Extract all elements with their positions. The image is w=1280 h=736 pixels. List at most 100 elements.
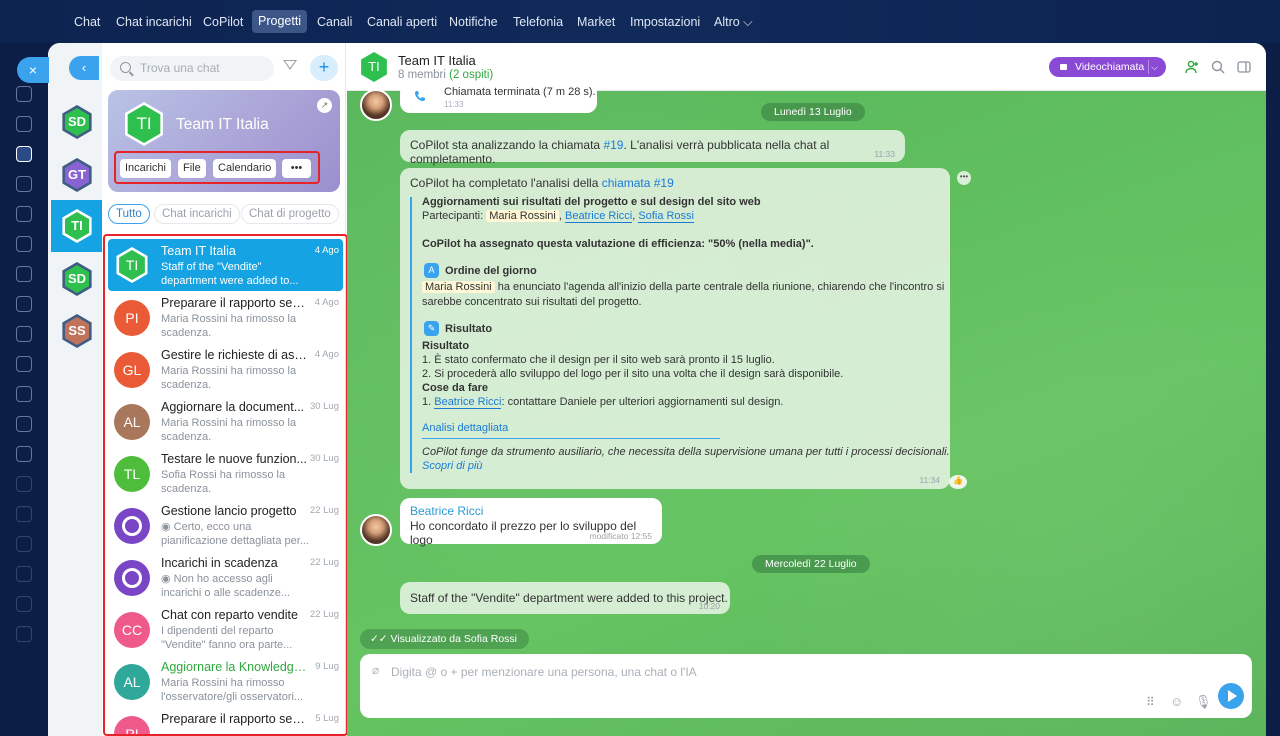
learn-more-link[interactable]: Scopri di più (422, 460, 483, 472)
tab-all[interactable]: Tutto (108, 204, 150, 224)
nav-item[interactable]: Chat (74, 12, 100, 32)
calendar-button[interactable]: Calendario (213, 159, 277, 178)
chat-list-item[interactable]: GL Gestire le richieste di assi... 4 Ago Ma… (108, 343, 343, 395)
date-separator: Mercoledì 22 Luglio (752, 555, 870, 573)
chat-title: Aggiornare la Knowledge ... (161, 660, 307, 674)
filter-icon[interactable] (16, 326, 32, 342)
chat-title: Testare le nuove funzion... (161, 452, 307, 466)
mention-sofia[interactable]: Sofia Rossi (638, 210, 694, 223)
nav-item[interactable]: Canali (317, 12, 352, 32)
chat-members[interactable]: 8 membri (2 ospiti) (398, 69, 493, 81)
apps-icon[interactable]: ⠿ (1146, 695, 1155, 709)
share-icon[interactable] (16, 566, 32, 582)
nav-item[interactable]: Altro ⌵ (714, 12, 753, 32)
tasks-button[interactable]: Incarichi (120, 159, 171, 178)
chat-title: Gestione lancio progetto (161, 504, 297, 518)
mention-maria[interactable]: Maria Rossini (422, 281, 495, 293)
sidebar-toggle-icon[interactable] (1237, 60, 1251, 74)
more-icon[interactable] (16, 626, 32, 642)
search-input[interactable]: Trova una chat (110, 56, 274, 81)
nav-item[interactable]: Impostazioni (630, 12, 700, 32)
screen-icon[interactable] (16, 416, 32, 432)
form-icon[interactable] (16, 506, 32, 522)
tab-project-chats[interactable]: Chat di progetto (241, 204, 339, 224)
recent-chat-avatar[interactable]: SD (62, 262, 92, 296)
recent-avatars-column: ‹ SD GT TI SD SS (48, 43, 102, 736)
send-button[interactable] (1218, 683, 1244, 709)
copilot-icon[interactable] (16, 116, 32, 132)
mention-maria[interactable]: Maria Rossini (486, 210, 559, 222)
chat-list-item[interactable]: TL Testare le nuove funzion... 30 Lug Sofia… (108, 447, 343, 499)
chat-list-item[interactable]: AL Aggiornare la document... 30 Lug Maria R… (108, 395, 343, 447)
nav-item[interactable]: CoPilot (203, 12, 243, 32)
chat-title: Aggiornare la document... (161, 400, 305, 414)
card-icon[interactable] (16, 296, 32, 312)
call-link[interactable]: #19 (603, 138, 623, 152)
video-call-button[interactable]: Videochiamata ⌵ (1049, 57, 1166, 77)
recent-chat-avatar[interactable]: GT (62, 158, 92, 192)
mention-beatrice[interactable]: Beatrice Ricci (564, 210, 633, 223)
flow-icon[interactable] (16, 146, 32, 162)
storage-icon[interactable] (16, 386, 32, 402)
chat-avatar: PI (114, 300, 150, 336)
cart-icon[interactable] (16, 356, 32, 372)
tab-task-chats[interactable]: Chat incarichi (154, 204, 240, 224)
task-icon[interactable] (16, 86, 32, 102)
close-button[interactable]: × (17, 57, 49, 83)
nav-item[interactable]: Canali aperti (367, 12, 437, 32)
chat-title[interactable]: Team IT Italia (398, 53, 476, 68)
open-external-icon[interactable]: ↗ (317, 98, 332, 113)
recent-chat-avatar[interactable]: SD (62, 105, 92, 139)
recent-chat-avatar[interactable]: SS (62, 314, 92, 348)
chat-title: Preparare il rapporto setti... (161, 712, 307, 726)
search-icon[interactable] (1211, 60, 1225, 74)
message-input[interactable]: ⌀ Digita @ o + per menzionare una person… (360, 654, 1252, 718)
avatar-beatrice[interactable] (360, 514, 392, 546)
calendar-icon[interactable] (16, 206, 32, 222)
nav-item[interactable]: Telefonia (513, 12, 563, 32)
message-menu-icon[interactable]: ••• (957, 171, 971, 185)
nav-item[interactable]: Market (577, 12, 615, 32)
chat-list-item[interactable]: Incarichi in scadenza 22 Lug ◉ Non ho acce… (108, 551, 343, 603)
call-link[interactable]: chiamata #19 (602, 176, 674, 190)
nav-item[interactable]: Progetti (252, 10, 308, 33)
phone-icon (415, 91, 425, 101)
files-button[interactable]: File (178, 159, 206, 178)
document-icon[interactable] (16, 176, 32, 192)
copilot-report-message: CoPilot ha completato l'analisi della ch… (400, 168, 950, 489)
add-user-icon[interactable] (1185, 60, 1199, 74)
back-button[interactable]: ‹ (69, 56, 99, 80)
like-icon[interactable]: 👍 (949, 475, 967, 489)
attach-icon[interactable]: ⌀ (372, 663, 379, 677)
chevron-down-icon[interactable]: ⌵ (1151, 57, 1158, 77)
messenger-window: ‹ SD GT TI SD SS Trova una chat + TI Team IT… (48, 43, 1266, 736)
chart-icon[interactable] (16, 536, 32, 552)
avatar-maria[interactable] (360, 89, 392, 121)
chat-list-item[interactable]: TI Team IT Italia 4 Ago Staff of the "Vendi… (108, 239, 343, 291)
chat-list-item[interactable]: PI Preparare il rapporto setti... 5 Lug (108, 707, 343, 734)
print-icon[interactable] (16, 446, 32, 462)
beatrice-message: Beatrice Ricci Ho concordato il prezzo p… (400, 498, 662, 547)
board-icon[interactable] (16, 236, 32, 252)
filter-icon[interactable] (283, 60, 297, 70)
nav-item[interactable]: Chat incarichi (116, 12, 192, 32)
add-chat-button[interactable]: + (310, 55, 338, 81)
more-button[interactable]: ••• (282, 159, 311, 178)
chat-date: 4 Ago (314, 297, 339, 308)
microphone-icon[interactable]: 🎙 (1195, 694, 1212, 710)
book-icon[interactable] (16, 476, 32, 492)
chat-list-item[interactable]: AL Aggiornare la Knowledge ... 9 Lug Maria … (108, 655, 343, 707)
file-icon[interactable] (16, 266, 32, 282)
emoji-icon[interactable]: ☺ (1170, 694, 1183, 709)
project-card: TI Team IT Italia ↗ Incarichi File Calen… (108, 90, 340, 192)
edit-icon[interactable] (16, 596, 32, 612)
chat-preview: ◉ Non ho accesso agli incarichi o alle s… (161, 573, 291, 599)
chat-list-item[interactable]: PI Preparare il rapporto setti... 4 Ago Mar… (108, 291, 343, 343)
chat-list-item[interactable]: Gestione lancio progetto 22 Lug ◉ Certo, e… (108, 499, 343, 551)
chat-title: Chat con reparto vendite (161, 608, 298, 622)
nav-item[interactable]: Notifiche (449, 12, 498, 32)
chat-title: Preparare il rapporto setti... (161, 296, 307, 310)
mention-beatrice[interactable]: Beatrice Ricci (434, 396, 502, 409)
detailed-analysis-link[interactable]: Analisi dettagliata (422, 422, 508, 434)
chat-list-item[interactable]: CC Chat con reparto vendite 22 Lug I dipend… (108, 603, 343, 655)
